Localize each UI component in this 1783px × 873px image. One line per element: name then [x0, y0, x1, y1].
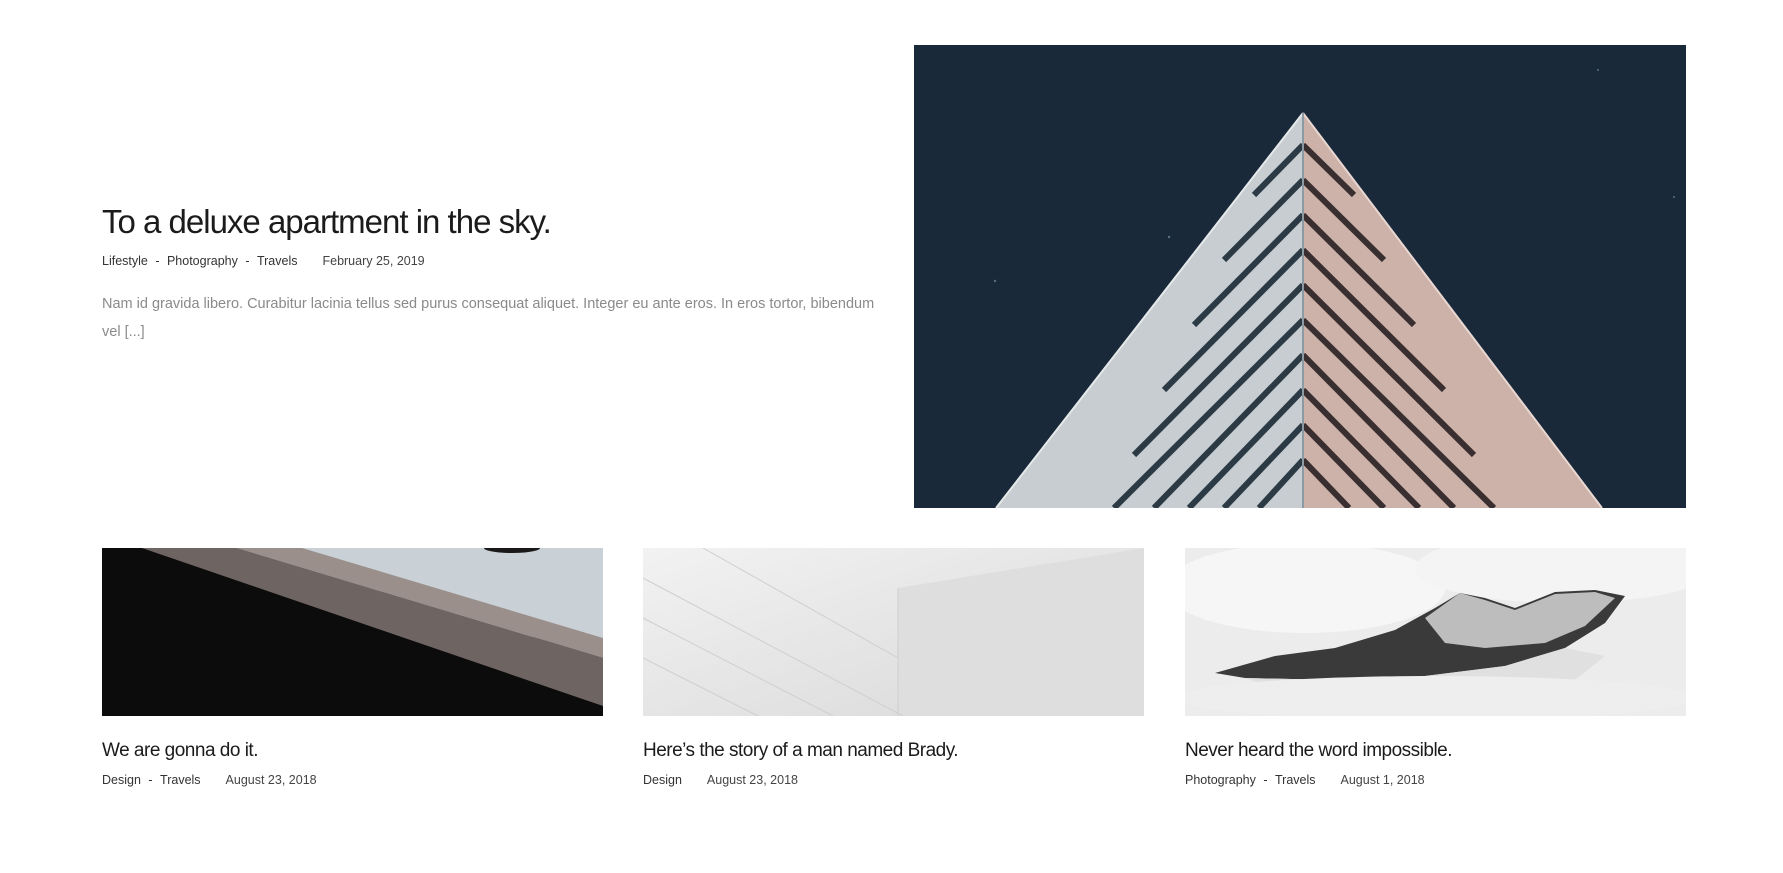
- post-date[interactable]: August 23, 2018: [226, 773, 317, 787]
- post-card: We are gonna do it. Design - Travels Aug…: [102, 548, 603, 787]
- post-date[interactable]: February 25, 2019: [322, 254, 424, 268]
- post-card-image[interactable]: [1185, 548, 1686, 716]
- post-categories: Design - Travels: [102, 773, 201, 787]
- post-card-title[interactable]: Here’s the story of a man named Brady.: [643, 738, 1144, 764]
- category-link[interactable]: Travels: [257, 254, 298, 268]
- category-link[interactable]: Lifestyle: [102, 254, 148, 268]
- post-card-title[interactable]: Never heard the word impossible.: [1185, 738, 1686, 764]
- featured-post-meta: Lifestyle - Photography - Travels Februa…: [102, 254, 882, 268]
- featured-post-title[interactable]: To a deluxe apartment in the sky.: [102, 200, 882, 244]
- post-card-image[interactable]: [102, 548, 603, 716]
- featured-post-image[interactable]: [914, 45, 1686, 508]
- post-categories: Lifestyle - Photography - Travels: [102, 254, 298, 268]
- featured-post: To a deluxe apartment in the sky. Lifest…: [102, 200, 882, 346]
- white-wall-photo-icon: [643, 548, 1144, 716]
- post-card-meta: Design August 23, 2018: [643, 773, 1144, 787]
- post-categories: Photography - Travels: [1185, 773, 1316, 787]
- post-date[interactable]: August 23, 2018: [707, 773, 798, 787]
- featured-post-excerpt: Nam id gravida libero. Curabitur lacinia…: [102, 296, 875, 340]
- category-link[interactable]: Design: [102, 773, 141, 787]
- post-card: Never heard the word impossible. Photogr…: [1185, 548, 1686, 787]
- post-card: Here’s the story of a man named Brady. D…: [643, 548, 1144, 787]
- post-categories: Design: [643, 773, 682, 787]
- category-link[interactable]: Travels: [1275, 773, 1316, 787]
- category-link[interactable]: Travels: [160, 773, 201, 787]
- post-card-title[interactable]: We are gonna do it.: [102, 738, 603, 764]
- category-link[interactable]: Photography: [1185, 773, 1256, 787]
- dark-architecture-photo-icon: [102, 548, 603, 716]
- post-card-image[interactable]: [643, 548, 1144, 716]
- category-link[interactable]: Photography: [167, 254, 238, 268]
- category-link[interactable]: Design: [643, 773, 682, 787]
- post-card-meta: Design - Travels August 23, 2018: [102, 773, 603, 787]
- mountain-fog-photo-icon: [1185, 548, 1686, 716]
- post-card-meta: Photography - Travels August 1, 2018: [1185, 773, 1686, 787]
- post-date[interactable]: August 1, 2018: [1341, 773, 1425, 787]
- blog-page: To a deluxe apartment in the sky. Lifest…: [0, 0, 1783, 873]
- building-photo-icon: [914, 45, 1686, 508]
